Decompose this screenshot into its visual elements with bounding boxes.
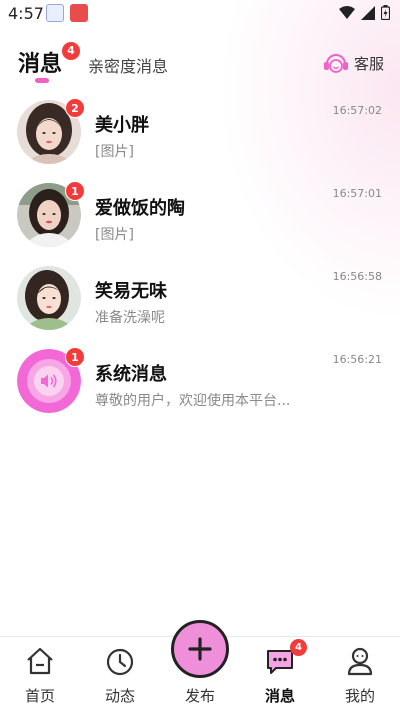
- tab-active-indicator: [35, 78, 49, 83]
- notification-app-icon: [46, 4, 64, 22]
- conversation-item[interactable]: 笑易无味 准备洗澡呢 16:56:58: [0, 260, 400, 343]
- conversation-item-system[interactable]: 1 系统消息 尊敬的用户，欢迎使用本平台... 16:56:21: [0, 343, 400, 426]
- home-icon: [27, 647, 53, 675]
- nav-messages[interactable]: 4 消息: [240, 637, 320, 712]
- customer-service-button[interactable]: 客服: [322, 50, 384, 76]
- status-bar: 4:57: [0, 0, 400, 28]
- message-list: 2 美小胖 [图片] 16:57:02 1 爱做饭的陶 [图片] 16:57:0…: [0, 94, 400, 426]
- status-indicators: [339, 5, 390, 20]
- conversation-time: 16:57:01: [332, 187, 382, 200]
- tab-messages-badge: 4: [62, 42, 80, 60]
- conversation-preview: [图片]: [95, 227, 134, 243]
- nav-home[interactable]: 首页: [0, 637, 80, 712]
- wifi-icon: [339, 5, 355, 19]
- publish-button[interactable]: [171, 620, 229, 678]
- person-icon: [347, 647, 373, 676]
- nav-profile[interactable]: 我的: [320, 637, 400, 712]
- conversation-name: 美小胖: [95, 115, 149, 136]
- conversation-name: 爱做饭的陶: [95, 198, 185, 219]
- nav-moments[interactable]: 动态: [80, 637, 160, 712]
- signal-icon: [361, 5, 375, 20]
- conversation-preview: 准备洗澡呢: [95, 310, 165, 326]
- conversation-time: 16:56:21: [332, 353, 382, 366]
- tab-intimacy-messages[interactable]: 亲密度消息: [88, 53, 168, 77]
- conversation-time: 16:57:02: [332, 104, 382, 117]
- conversation-time: 16:56:58: [332, 270, 382, 283]
- nav-label: 动态: [104, 687, 135, 705]
- tab-messages[interactable]: 消息: [18, 46, 62, 78]
- nav-messages-badge: 4: [290, 639, 307, 656]
- nav-label: 消息: [264, 687, 295, 705]
- notification-app-icon: [70, 4, 88, 22]
- nav-label: 首页: [24, 687, 55, 705]
- avatar: [17, 266, 81, 330]
- unread-badge: 1: [65, 347, 85, 367]
- unread-badge: 2: [65, 98, 85, 118]
- conversation-name: 笑易无味: [95, 281, 167, 302]
- nav-label: 发布: [184, 687, 215, 705]
- conversation-name: 系统消息: [95, 364, 167, 385]
- conversation-preview: [图片]: [95, 144, 134, 160]
- plus-icon: [188, 637, 212, 661]
- clock-icon: [106, 648, 134, 676]
- headset-icon: [323, 54, 348, 73]
- conversation-item[interactable]: 2 美小胖 [图片] 16:57:02: [0, 94, 400, 177]
- customer-service-label: 客服: [353, 54, 384, 73]
- unread-badge: 1: [65, 181, 85, 201]
- conversation-preview: 尊敬的用户，欢迎使用本平台...: [95, 393, 291, 409]
- status-time: 4:57: [8, 4, 44, 23]
- nav-label: 我的: [344, 687, 375, 705]
- battery-icon: [381, 5, 390, 20]
- conversation-item[interactable]: 1 爱做饭的陶 [图片] 16:57:01: [0, 177, 400, 260]
